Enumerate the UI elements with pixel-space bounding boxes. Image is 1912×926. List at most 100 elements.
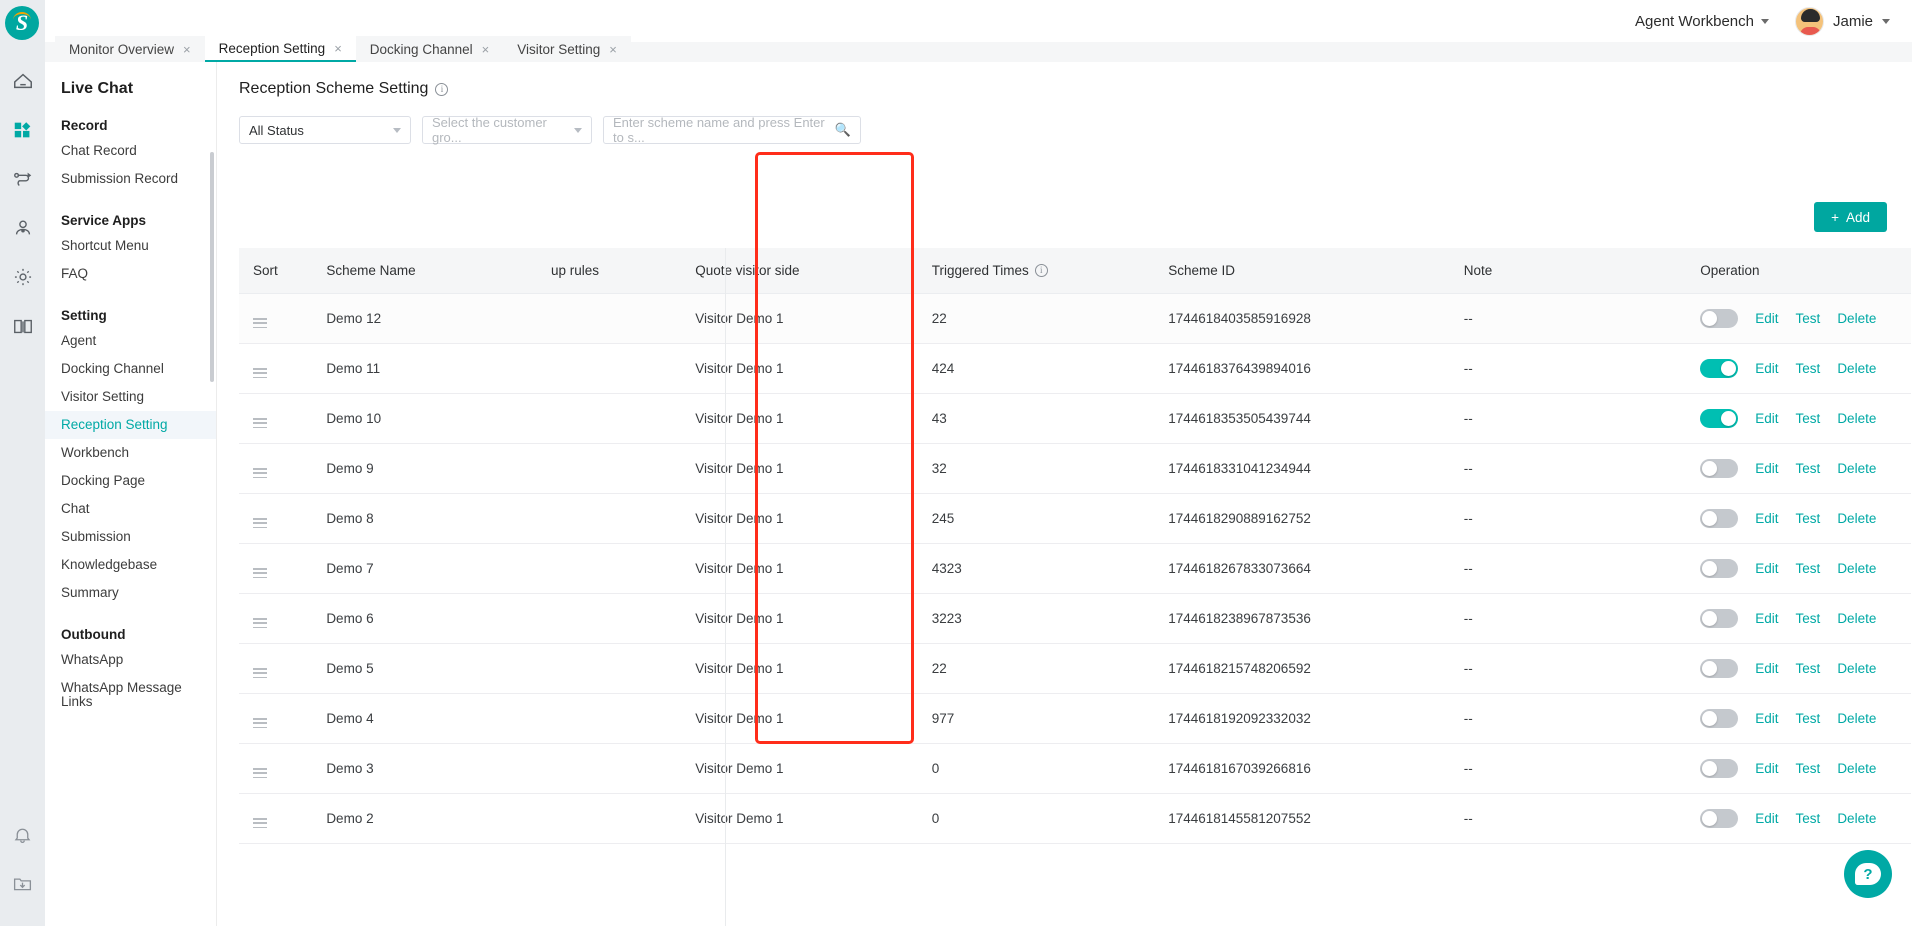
sidebar-item-workbench[interactable]: Workbench [45,439,216,467]
add-button[interactable]: + Add [1814,202,1887,232]
table-row[interactable]: Demo 3 Visitor Demo 1 0 1744618167039266816… [239,743,1911,794]
enable-toggle[interactable] [1700,608,1739,628]
column-header-scheme-id[interactable]: Scheme ID [1154,248,1450,294]
agent-workbench-selector[interactable]: Agent Workbench [1635,13,1769,30]
sidebar-scrollbar[interactable] [210,152,214,382]
sidebar-item-docking-channel[interactable]: Docking Channel [45,355,216,383]
table-row[interactable]: Demo 7 Visitor Demo 1 4323 1744618267833073… [239,543,1911,594]
drag-handle-icon[interactable] [253,518,267,529]
sidebar-item-shortcut-menu[interactable]: Shortcut Menu [45,232,216,260]
drag-handle-icon[interactable] [253,818,267,829]
delete-link[interactable]: Delete [1837,711,1876,726]
tab-docking-channel[interactable]: Docking Channel × [355,36,504,62]
rail-item-flow[interactable] [0,154,45,203]
sidebar-item-agent[interactable]: Agent [45,327,216,355]
delete-link[interactable]: Delete [1837,661,1876,676]
enable-toggle[interactable] [1700,808,1739,828]
customer-group-select[interactable]: Select the customer gro... [422,115,592,145]
enable-toggle[interactable] [1700,658,1739,678]
sidebar-item-chat-record[interactable]: Chat Record [45,137,216,165]
info-icon[interactable]: i [1034,263,1048,277]
table-row[interactable]: Demo 11 Visitor Demo 1 424 1744618376439894… [239,343,1911,394]
app-logo[interactable]: S [5,6,39,40]
user-menu[interactable]: Jamie [1794,6,1890,36]
tab-reception-setting[interactable]: Reception Setting × [204,36,356,62]
edit-link[interactable]: Edit [1755,461,1778,476]
delete-link[interactable]: Delete [1837,461,1876,476]
delete-link[interactable]: Delete [1837,811,1876,826]
test-link[interactable]: Test [1796,361,1821,376]
table-row[interactable]: Demo 6 Visitor Demo 1 3223 1744618238967873… [239,593,1911,644]
delete-link[interactable]: Delete [1837,761,1876,776]
edit-link[interactable]: Edit [1755,811,1778,826]
sidebar-item-summary[interactable]: Summary [45,579,216,607]
enable-toggle[interactable] [1700,558,1739,578]
enable-toggle[interactable] [1700,458,1739,478]
close-icon[interactable]: × [482,43,490,56]
status-filter-select[interactable]: All Status [239,116,411,144]
drag-handle-icon[interactable] [253,318,267,329]
table-row[interactable]: Demo 9 Visitor Demo 1 32 174461833104123494… [239,443,1911,494]
enable-toggle[interactable] [1700,758,1739,778]
rail-item-apps[interactable] [0,105,45,154]
test-link[interactable]: Test [1796,511,1821,526]
delete-link[interactable]: Delete [1837,311,1876,326]
test-link[interactable]: Test [1796,661,1821,676]
delete-link[interactable]: Delete [1837,561,1876,576]
drag-handle-icon[interactable] [253,668,267,679]
table-row[interactable]: Demo 2 Visitor Demo 1 0 1744618145581207552… [239,793,1911,844]
column-header-quote-visitor-side[interactable]: Quote visitor side [681,248,918,294]
table-row[interactable]: Demo 12 Visitor Demo 1 22 17446184035859169… [239,293,1911,344]
drag-handle-icon[interactable] [253,468,267,479]
drag-handle-icon[interactable] [253,418,267,429]
sidebar-item-docking-page[interactable]: Docking Page [45,467,216,495]
column-header-note[interactable]: Note [1449,248,1687,294]
test-link[interactable]: Test [1796,311,1821,326]
enable-toggle[interactable] [1700,508,1739,528]
edit-link[interactable]: Edit [1755,561,1778,576]
enable-toggle[interactable] [1700,358,1739,378]
edit-link[interactable]: Edit [1755,511,1778,526]
enable-toggle[interactable] [1700,308,1739,328]
rail-item-downloads[interactable] [0,859,45,908]
table-row[interactable]: Demo 5 Visitor Demo 1 22 174461821574820659… [239,643,1911,694]
rail-item-home[interactable] [0,56,45,105]
delete-link[interactable]: Delete [1837,361,1876,376]
column-header-scheme-name[interactable]: Scheme Name [312,248,537,294]
drag-handle-icon[interactable] [253,718,267,729]
delete-link[interactable]: Delete [1837,611,1876,626]
sidebar-item-faq[interactable]: FAQ [45,260,216,288]
info-icon[interactable]: i [435,82,449,96]
delete-link[interactable]: Delete [1837,511,1876,526]
tab-visitor-setting[interactable]: Visitor Setting × [503,36,631,62]
sidebar-item-reception-setting[interactable]: Reception Setting [45,411,216,439]
test-link[interactable]: Test [1796,811,1821,826]
scheme-search-input[interactable]: Enter scheme name and press Enter to s..… [603,115,861,145]
edit-link[interactable]: Edit [1755,661,1778,676]
edit-link[interactable]: Edit [1755,311,1778,326]
edit-link[interactable]: Edit [1755,761,1778,776]
enable-toggle[interactable] [1700,408,1739,428]
sidebar-item-submission-record[interactable]: Submission Record [45,165,216,193]
rail-item-notifications[interactable] [0,810,45,859]
close-icon[interactable]: × [183,43,191,56]
drag-handle-icon[interactable] [253,618,267,629]
help-button[interactable]: ? [1844,850,1892,898]
edit-link[interactable]: Edit [1755,361,1778,376]
sidebar-item-whatsapp-message-links[interactable]: WhatsApp Message Links [45,674,216,716]
test-link[interactable]: Test [1796,461,1821,476]
tab-monitor-overview[interactable]: Monitor Overview × [55,36,205,62]
edit-link[interactable]: Edit [1755,411,1778,426]
rail-item-settings[interactable] [0,252,45,301]
close-icon[interactable]: × [334,42,342,55]
table-row[interactable]: Demo 4 Visitor Demo 1 977 17446181920923320… [239,693,1911,744]
drag-handle-icon[interactable] [253,368,267,379]
edit-link[interactable]: Edit [1755,611,1778,626]
table-row[interactable]: Demo 8 Visitor Demo 1 245 17446182908891627… [239,493,1911,544]
sidebar-item-submission[interactable]: Submission [45,523,216,551]
column-header-triggered-times[interactable]: Triggered Times i [917,248,1155,294]
sidebar-item-whatsapp[interactable]: WhatsApp [45,646,216,674]
test-link[interactable]: Test [1796,611,1821,626]
drag-handle-icon[interactable] [253,768,267,779]
test-link[interactable]: Test [1796,411,1821,426]
